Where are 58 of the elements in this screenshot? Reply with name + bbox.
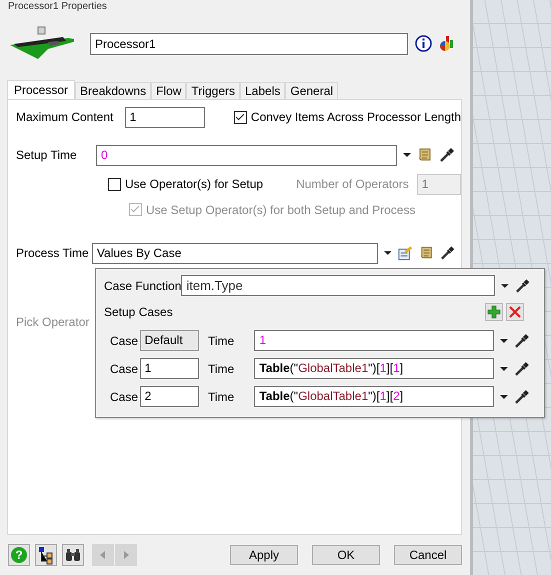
tab[interactable]: General bbox=[285, 82, 338, 99]
eyedropper-icon[interactable] bbox=[514, 278, 530, 294]
field-label: Time bbox=[208, 362, 236, 376]
dialog-button[interactable]: Cancel bbox=[394, 545, 462, 566]
field-label: Maximum Content bbox=[16, 110, 114, 124]
checkbox[interactable] bbox=[234, 110, 247, 124]
field-label: Time bbox=[208, 334, 236, 348]
time-field[interactable]: Table("GlobalTable1")[1][2] bbox=[254, 386, 494, 407]
tree-icon[interactable] bbox=[35, 544, 57, 566]
maximum-content-field[interactable]: 1 bbox=[124, 106, 205, 128]
tab[interactable]: Breakdowns bbox=[75, 82, 152, 99]
eyedropper-icon[interactable] bbox=[514, 360, 530, 376]
dropdown-arrow-icon[interactable] bbox=[501, 284, 509, 288]
dropdown-arrow-icon[interactable] bbox=[403, 153, 411, 158]
edit-template-icon[interactable] bbox=[397, 245, 413, 262]
tab[interactable]: Flow bbox=[151, 82, 186, 99]
checkbox-label: Use Operator(s) for Setup bbox=[125, 177, 264, 192]
eyedropper-icon[interactable] bbox=[514, 388, 530, 404]
chart-icon[interactable] bbox=[439, 35, 455, 52]
time-field[interactable]: 1 bbox=[254, 330, 494, 351]
delete-icon[interactable] bbox=[506, 303, 524, 321]
binoculars-icon[interactable] bbox=[62, 544, 84, 566]
tab[interactable]: Triggers bbox=[186, 82, 240, 99]
time-field[interactable]: Table("GlobalTable1")[1][1] bbox=[254, 358, 494, 379]
dialog-button[interactable]: Apply bbox=[230, 545, 298, 566]
case-value-field[interactable]: 2 bbox=[140, 386, 199, 407]
dialog-button[interactable]: OK bbox=[312, 545, 380, 566]
checkbox[interactable] bbox=[108, 178, 121, 191]
field-label: Setup Time bbox=[16, 148, 78, 162]
field-label: Case bbox=[110, 390, 140, 404]
dropdown-arrow-icon[interactable] bbox=[500, 338, 508, 342]
dropdown-arrow-icon[interactable] bbox=[384, 251, 392, 256]
checkbox-label: Convey Items Across Processor Length bbox=[250, 110, 461, 124]
scroll-icon[interactable] bbox=[417, 147, 433, 164]
info-icon[interactable] bbox=[415, 35, 432, 52]
checkbox-label: Use Setup Operator(s) for both Setup and Process bbox=[146, 202, 416, 217]
field-label: Case Function bbox=[104, 278, 182, 292]
tab[interactable]: Labels bbox=[240, 82, 286, 99]
case-function-field[interactable]: item.Type bbox=[181, 275, 496, 296]
field-label: Case bbox=[110, 362, 140, 376]
add-icon[interactable] bbox=[485, 303, 503, 321]
eyedropper-icon[interactable] bbox=[514, 332, 530, 348]
dropdown-arrow-icon[interactable] bbox=[500, 394, 508, 398]
field-label: Time bbox=[208, 390, 236, 404]
tab[interactable]: Processor bbox=[7, 80, 76, 99]
dropdown-arrow-icon[interactable] bbox=[500, 366, 508, 370]
name-field[interactable]: Processor1 bbox=[90, 32, 408, 55]
field-label: Process Time bbox=[16, 246, 90, 260]
field-label: Case bbox=[110, 334, 140, 348]
process-time-field[interactable]: Values By Case bbox=[92, 242, 378, 264]
eyedropper-icon[interactable] bbox=[439, 147, 455, 164]
setup-time-field[interactable]: 0 bbox=[96, 144, 397, 166]
section-label: Setup Cases bbox=[104, 305, 174, 319]
field-label: Pick Operator bbox=[16, 314, 90, 329]
window-title: Processor1 Properties bbox=[8, 1, 107, 12]
field-label: Number of Operators bbox=[296, 177, 409, 192]
case-value-field[interactable]: 1 bbox=[140, 358, 199, 379]
eyedropper-icon[interactable] bbox=[440, 245, 456, 262]
